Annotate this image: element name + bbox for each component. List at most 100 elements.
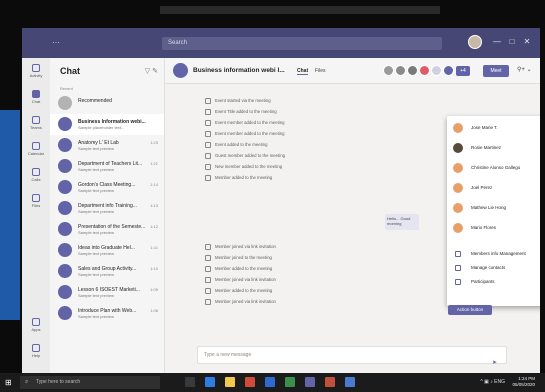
event-icon xyxy=(205,120,211,126)
avatar xyxy=(453,203,463,213)
avatar xyxy=(58,201,72,215)
system-event: Member added to the meeting xyxy=(205,288,272,297)
event-icon xyxy=(205,164,211,170)
system-event: Member joined via link invitation xyxy=(205,277,276,286)
desktop-background xyxy=(0,110,20,320)
rail-help[interactable]: Help xyxy=(26,342,46,364)
chat-item[interactable]: Introduce Plan with Web... Sample text pr… xyxy=(50,303,164,324)
app-icon[interactable] xyxy=(245,377,255,387)
system-event: Guest member added to the meeting xyxy=(205,153,285,162)
popup-action[interactable]: Members info Management xyxy=(447,248,540,260)
avatar xyxy=(58,264,72,278)
avatar xyxy=(58,306,72,320)
avatar xyxy=(453,183,463,193)
participant-avatar[interactable] xyxy=(419,65,430,76)
taskbar: ⊞ ⌕ Type here to search ^ ▣ ♪ ENG 1:24 PM… xyxy=(0,373,545,392)
word-icon[interactable] xyxy=(265,377,275,387)
participants-popup: Jose Marie T. Rosie Martinez Christine A… xyxy=(447,116,540,306)
avatar xyxy=(58,180,72,194)
more-options-icon[interactable]: ··· xyxy=(52,38,60,47)
powerpoint-icon[interactable] xyxy=(325,377,335,387)
chat-item[interactable]: Sales and Group Activity... Sample text p… xyxy=(50,261,164,282)
folder-icon[interactable] xyxy=(225,377,235,387)
participant-avatar[interactable] xyxy=(407,65,418,76)
action-button[interactable]: Action button xyxy=(448,305,492,315)
rail-chat[interactable]: Chat xyxy=(26,88,46,110)
bell-icon xyxy=(32,64,40,72)
avatar xyxy=(58,159,72,173)
tab-chat[interactable]: Chat xyxy=(297,68,309,75)
event-icon xyxy=(205,288,211,294)
tab-files[interactable]: Files xyxy=(315,68,326,74)
maximize-button[interactable]: □ xyxy=(507,37,517,47)
windows-start-icon[interactable]: ⊞ xyxy=(5,378,14,387)
participant-avatar[interactable] xyxy=(443,65,454,76)
avatar xyxy=(58,243,72,257)
popup-action[interactable]: Participants xyxy=(447,276,540,288)
event-icon xyxy=(205,277,211,283)
teams-window: ··· Search — □ ✕ Activity Chat Teams Cal… xyxy=(22,28,540,373)
close-button[interactable]: ✕ xyxy=(522,37,532,47)
avatar xyxy=(453,163,463,173)
chat-item[interactable]: Department info Training... Sample text p… xyxy=(50,198,164,219)
chat-item[interactable]: Presentation of the Semeste... Sample tex… xyxy=(50,219,164,240)
teams-taskbar-icon[interactable] xyxy=(305,377,315,387)
chat-item[interactable]: Anatomy L' Et Lab Sample text preview 1:23 xyxy=(50,135,164,156)
event-icon xyxy=(205,299,211,305)
participant-row[interactable]: Jose Marie T. xyxy=(447,120,540,136)
chat-item[interactable]: Ideas into Graduate Hel... Sample text pr… xyxy=(50,240,164,261)
chat-item[interactable]: Lesson 6 ISOEST Marketi... Sample text pr… xyxy=(50,282,164,303)
video-caption-bar xyxy=(160,6,440,14)
chat-item-active[interactable]: Business Information webi... Sample place… xyxy=(50,114,164,135)
participant-avatar[interactable] xyxy=(431,65,442,76)
rail-files[interactable]: Files xyxy=(26,192,46,214)
participant-row[interactable]: Christine Alonso Gallego xyxy=(447,160,540,176)
apps-icon xyxy=(32,318,40,326)
edge-icon[interactable] xyxy=(205,377,215,387)
minimize-button[interactable]: — xyxy=(492,37,502,47)
app-icon[interactable] xyxy=(345,377,355,387)
participant-avatar[interactable] xyxy=(383,65,394,76)
clock[interactable]: 1:24 PM 05/05/2020 xyxy=(512,376,535,388)
screen: ··· Search — □ ✕ Activity Chat Teams Cal… xyxy=(0,0,545,392)
add-people-icon[interactable]: ⚲+ ⌄ xyxy=(517,66,532,73)
chat-item[interactable]: Department of Teachers Lit... Sample text… xyxy=(50,156,164,177)
popup-action[interactable]: Manage contacts xyxy=(447,262,540,274)
event-icon xyxy=(205,255,211,261)
participant-row[interactable]: Joel Perez xyxy=(447,180,540,196)
user-avatar[interactable] xyxy=(468,35,482,49)
system-event: New member added to the meeting xyxy=(205,164,282,173)
rail-calls[interactable]: Calls xyxy=(26,166,46,188)
system-event: Member added to the meeting xyxy=(205,266,272,275)
event-icon xyxy=(205,98,211,104)
taskbar-search[interactable]: ⌕ Type here to search xyxy=(20,376,160,389)
system-event: Event started via the meeting xyxy=(205,98,271,107)
system-event: Event added to the meeting xyxy=(205,142,268,151)
group-avatar xyxy=(173,63,188,78)
rail-teams[interactable]: Teams xyxy=(26,114,46,136)
chat-item[interactable]: Recommended xyxy=(50,93,164,114)
excel-icon[interactable] xyxy=(285,377,295,387)
system-tray[interactable]: ^ ▣ ♪ ENG xyxy=(480,379,505,385)
rail-apps[interactable]: Apps xyxy=(26,316,46,338)
participant-row[interactable]: Rosie Martinez xyxy=(447,140,540,156)
participant-count[interactable]: +4 xyxy=(456,66,470,76)
system-event: Event member added to the meeting xyxy=(205,131,285,140)
rail-activity[interactable]: Activity xyxy=(26,62,46,84)
rail-calendar[interactable]: Calendar xyxy=(26,140,46,162)
compose-input[interactable]: Type a new message xyxy=(197,346,507,364)
participant-avatar[interactable] xyxy=(395,65,406,76)
participant-row[interactable]: Mario Flores xyxy=(447,220,540,236)
app-rail: Activity Chat Teams Calendar Calls Files… xyxy=(22,58,50,373)
meet-button[interactable]: Meet xyxy=(483,65,509,77)
event-icon xyxy=(205,175,211,181)
avatar xyxy=(453,123,463,133)
filter-icon[interactable]: ▽ ✎ xyxy=(145,67,158,75)
title-bar: ··· Search — □ ✕ xyxy=(22,28,540,58)
chat-item[interactable]: Gordon's Class Meeting... Sample text pre… xyxy=(50,177,164,198)
participant-row[interactable]: Mathew Lie Hong xyxy=(447,200,540,216)
search-input[interactable]: Search xyxy=(162,37,442,50)
send-icon[interactable]: ➤ xyxy=(492,359,497,366)
section-label: Recent xyxy=(60,86,73,91)
task-view-icon[interactable] xyxy=(185,377,195,387)
